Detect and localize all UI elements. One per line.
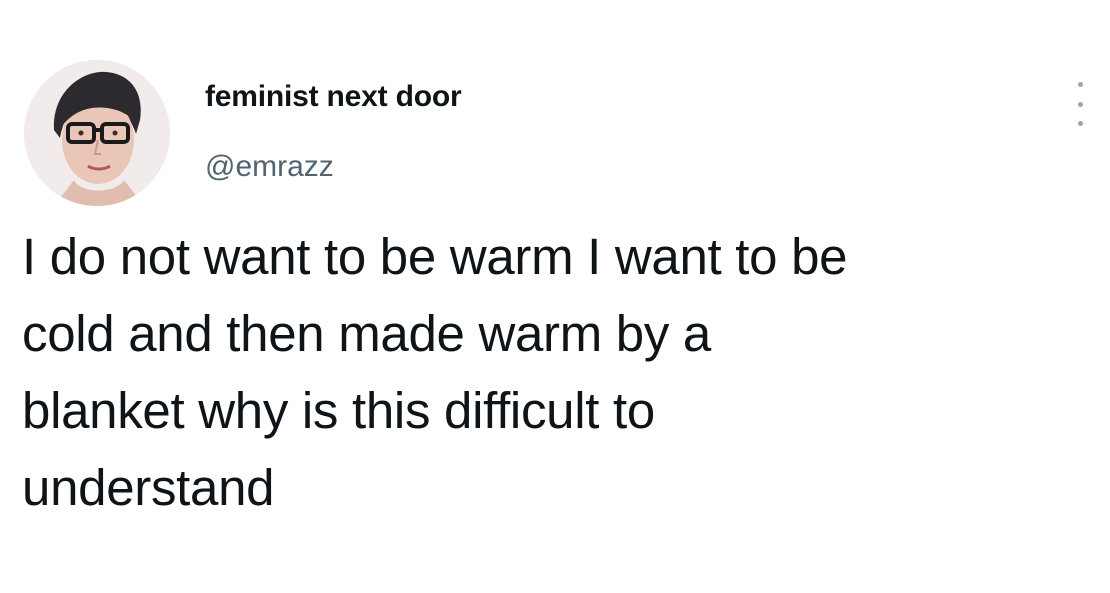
more-dot (1077, 101, 1083, 107)
more-dot (1077, 121, 1083, 126)
tweet-text-line: understand (22, 459, 275, 516)
author-display-name[interactable]: feminist next door (205, 80, 462, 114)
author-handle[interactable]: @emrazz (205, 150, 334, 184)
tweet-text-line: blanket why is this difficult to (22, 382, 655, 439)
avatar-photo-icon (24, 60, 170, 206)
author-avatar[interactable] (24, 60, 170, 206)
tweet-card: feminist next door @emrazz I do not want… (0, 0, 1110, 593)
tweet-text: I do not want to be warm I want to be co… (22, 218, 1082, 526)
tweet-text-line: cold and then made warm by a (22, 305, 711, 362)
more-dot (1077, 82, 1083, 87)
more-options-icon[interactable] (1070, 82, 1090, 126)
tweet-text-line: I do not want to be warm I want to be (22, 228, 848, 285)
